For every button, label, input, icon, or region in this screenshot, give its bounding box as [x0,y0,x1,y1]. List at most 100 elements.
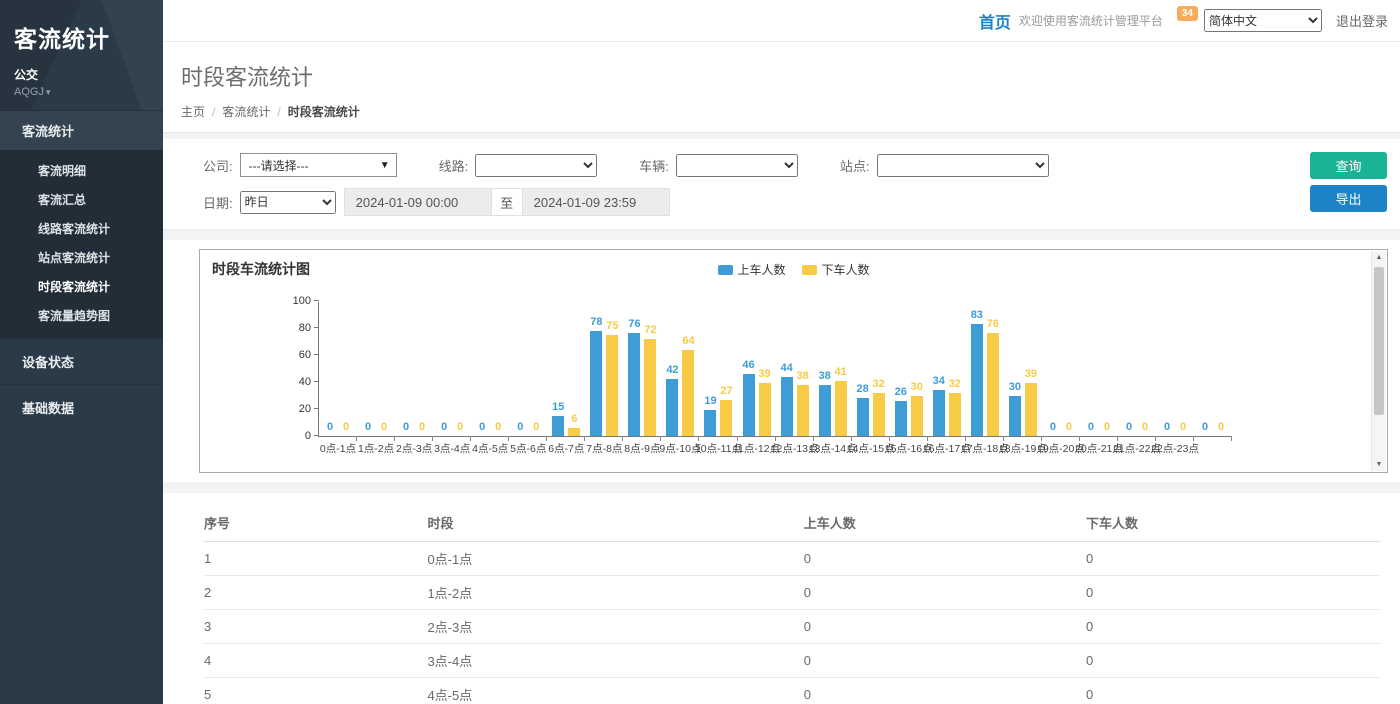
company-select[interactable]: ---请选择--- ▼ [240,153,397,177]
sidebar: 客流统计 公交 AQGJ▾ 客流统计客流明细客流汇总线路客流统计站点客流统计时段… [0,0,163,704]
bar-value-label: 0 [441,421,447,433]
chart-bar[interactable]: 76 [628,333,640,436]
chart-bar[interactable]: 26 [895,401,907,436]
breadcrumb-current: 时段客流统计 [288,103,360,120]
table-header-cell: 下车人数 [1086,505,1380,542]
org-code-dropdown[interactable]: AQGJ▾ [14,86,163,98]
date-end-input[interactable]: 2024-01-09 23:59 [522,188,670,216]
bar-value-label: 41 [835,366,847,378]
station-select[interactable] [877,154,1049,177]
sidebar-section[interactable]: 基础数据 [0,384,163,430]
table-row[interactable]: 21点-2点00 [204,576,1380,610]
logout-link[interactable]: 退出登录 [1336,11,1388,30]
chart-bar[interactable]: 19 [704,410,716,436]
vehicle-select[interactable] [676,154,798,177]
table-row[interactable]: 43点-4点00 [204,644,1380,678]
date-to-label: 至 [492,188,522,216]
sidebar-subitem[interactable]: 时段客流统计 [0,272,163,301]
table-row[interactable]: 10点-1点00 [204,542,1380,576]
content-area: 公司: ---请选择--- ▼ 线路: 车辆: [163,133,1400,704]
chart-bar[interactable]: 34 [933,390,945,436]
chart-bar[interactable]: 32 [949,393,961,436]
bar-group: 0021点-22点 [1118,302,1156,436]
home-link[interactable]: 首页 [979,9,1011,33]
chart-bar[interactable]: 15 [552,416,564,436]
chart-bar[interactable]: 44 [781,377,793,436]
bar-value-label: 15 [552,401,564,413]
chart-bar[interactable]: 46 [743,374,755,436]
chart-bar[interactable]: 83 [971,324,983,436]
chart-bar[interactable]: 28 [857,398,869,436]
bar-value-label: 0 [1066,421,1072,433]
date-preset-select[interactable]: 昨日 [240,191,336,214]
scroll-down-icon[interactable]: ▼ [1372,461,1386,468]
sidebar-subitem[interactable]: 线路客流统计 [0,214,163,243]
bar-value-label: 0 [1202,421,1208,433]
bar-value-label: 76 [987,318,999,330]
sidebar-subitem[interactable]: 客流量趋势图 [0,301,163,330]
legend-item[interactable]: 下车人数 [802,261,870,278]
chart-bar[interactable]: 38 [819,385,831,436]
bar-group: 001点-2点 [357,302,395,436]
chart-bar[interactable]: 75 [606,335,618,436]
table-cell: 1 [204,542,427,576]
sidebar-subitem[interactable]: 客流汇总 [0,185,163,214]
table-cell: 0 [804,576,1086,610]
y-axis-label: 100 [293,295,311,307]
legend-item[interactable]: 上车人数 [717,261,785,278]
sidebar-subitem[interactable]: 站点客流统计 [0,243,163,272]
welcome-text: 欢迎使用客流统计管理平台 [1019,12,1163,29]
stats-table: 序号时段上车人数下车人数 10点-1点0021点-2点0032点-3点0043点… [204,505,1380,704]
chart-bar[interactable]: 39 [759,383,771,436]
chart-bar[interactable]: 39 [1025,383,1037,436]
date-label: 日期: [203,193,233,212]
topbar: 首页 欢迎使用客流统计管理平台 34 简体中文 退出登录 [163,0,1400,42]
company-label: 公司: [203,156,233,175]
bar-group: 00 [1194,302,1232,436]
date-start-input[interactable]: 2024-01-09 00:00 [344,188,492,216]
chart-bar[interactable]: 42 [666,379,678,436]
bar-value-label: 72 [644,324,656,336]
sidebar-section[interactable]: 设备状态 [0,338,163,384]
table-body: 10点-1点0021点-2点0032点-3点0043点-4点0054点-5点00… [204,542,1380,704]
sidebar-logo-area: 客流统计 公交 AQGJ▾ [0,0,163,110]
sidebar-section[interactable]: 客流统计 [0,110,163,150]
chart-bar[interactable]: 6 [568,428,580,436]
chart-bar[interactable]: 32 [873,393,885,436]
chart-scrollbar[interactable]: ▲ ▼ [1371,251,1386,471]
bar-value-label: 0 [327,421,333,433]
legend-label: 上车人数 [737,261,785,278]
chart-bar[interactable]: 72 [644,339,656,436]
line-select[interactable] [475,154,597,177]
breadcrumb-parent[interactable]: 客流统计 [222,103,270,120]
language-select[interactable]: 简体中文 [1204,9,1322,32]
table-row[interactable]: 54点-5点00 [204,678,1380,704]
chart-bar[interactable]: 30 [1009,396,1021,437]
chart-bar[interactable]: 41 [835,381,847,436]
bar-group: 000点-1点 [319,302,357,436]
org-name: 公交 [14,66,163,83]
scrollbar-thumb[interactable] [1374,267,1384,415]
bar-group: 0020点-21点 [1080,302,1118,436]
chart-bar[interactable]: 64 [682,350,694,436]
notification-badge[interactable]: 34 [1177,6,1198,21]
table-row[interactable]: 32点-3点00 [204,610,1380,644]
scroll-up-icon[interactable]: ▲ [1372,254,1386,261]
bar-value-label: 38 [819,370,831,382]
bar-group: 005点-6点 [509,302,547,436]
sidebar-subitem[interactable]: 客流明细 [0,156,163,185]
export-button[interactable]: 导出 [1310,185,1387,212]
breadcrumb-separator: / [205,105,222,119]
legend-label: 下车人数 [822,261,870,278]
chart-bar[interactable]: 38 [797,385,809,436]
chart-bar[interactable]: 78 [590,331,602,436]
chart-bar[interactable]: 30 [911,396,923,437]
chart-bar[interactable]: 27 [720,400,732,436]
filter-vehicle: 车辆: [639,154,798,177]
chart-legend: 上车人数 下车人数 [717,261,869,278]
table-cell: 2 [204,576,427,610]
app-root: 客流统计 公交 AQGJ▾ 客流统计客流明细客流汇总线路客流统计站点客流统计时段… [0,0,1400,704]
breadcrumb-home[interactable]: 主页 [181,103,205,120]
chart-bar[interactable]: 76 [987,333,999,436]
query-button[interactable]: 查询 [1310,152,1387,179]
